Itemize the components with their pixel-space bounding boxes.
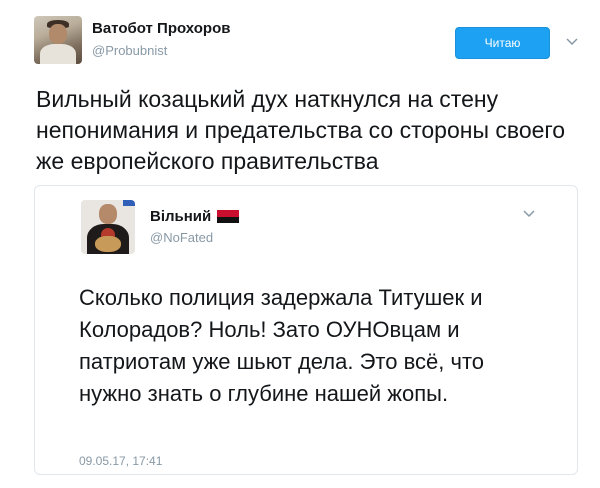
follow-button[interactable]: Читаю <box>455 27 550 59</box>
author-avatar[interactable] <box>34 16 82 64</box>
quoted-author-handle[interactable]: @NoFated <box>150 230 213 245</box>
quoted-tweet-timestamp[interactable]: 09.05.17, 17:41 <box>79 454 162 468</box>
quoted-tweet-text: Сколько полиция задержала Титушек и Коло… <box>79 285 485 406</box>
quoted-tweet[interactable]: Вільний @NoFated Сколько полиция задержа… <box>34 185 578 475</box>
chevron-down-icon[interactable] <box>566 38 578 46</box>
quoted-author-avatar[interactable] <box>81 200 135 254</box>
tweet-text: Вильный козацький дух наткнулся на стену… <box>36 86 566 174</box>
quoted-author-name[interactable]: Вільний <box>150 208 240 225</box>
red-black-flag-icon <box>217 210 240 223</box>
tweet-card: Ватобот Прохоров @Probubnist Читаю Вильн… <box>0 0 600 488</box>
quoted-author-name-text: Вільний <box>150 208 212 225</box>
chevron-down-icon[interactable] <box>523 210 535 218</box>
author-name[interactable]: Ватобот Прохоров <box>92 20 230 37</box>
author-handle[interactable]: @Probubnist <box>92 43 167 58</box>
